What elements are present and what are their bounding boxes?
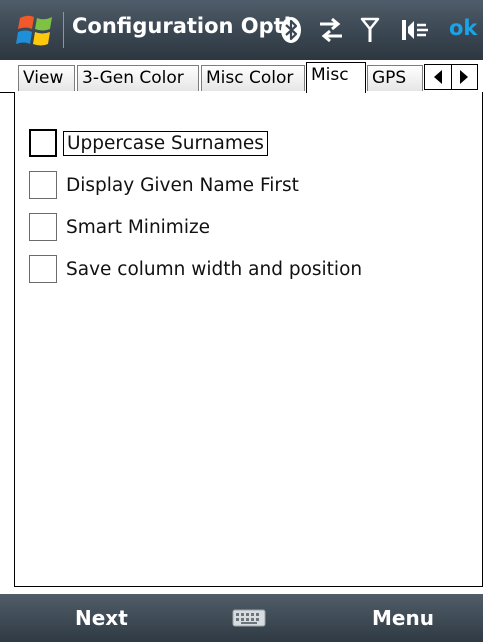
data-connection-icon[interactable]	[318, 16, 344, 44]
tab-strip: View 3-Gen Color Misc Color Misc GPS	[0, 60, 483, 93]
ok-button[interactable]: ok	[449, 16, 483, 40]
option-label: Save column width and position	[66, 258, 363, 280]
option-save-column-width[interactable]: Save column width and position	[29, 254, 365, 284]
tab-misc-color[interactable]: Misc Color	[201, 65, 305, 91]
title-bar: Configuration Opti ok	[0, 0, 483, 60]
checkbox[interactable]	[29, 213, 57, 241]
checkbox[interactable]	[29, 171, 57, 199]
misc-options-panel: Uppercase Surnames Display Given Name Fi…	[14, 92, 483, 587]
tab-view[interactable]: View	[18, 65, 75, 91]
option-label: Display Given Name First	[66, 174, 299, 196]
keyboard-icon[interactable]	[232, 609, 266, 627]
title-separator	[63, 12, 64, 48]
tab-gps[interactable]: GPS	[367, 65, 423, 91]
menu-bar: Next Menu	[0, 594, 483, 642]
bluetooth-icon[interactable]	[280, 16, 302, 44]
option-display-given-name-first[interactable]: Display Given Name First	[29, 170, 302, 200]
tab-scroll-left-button[interactable]	[425, 65, 451, 89]
arrow-left-icon	[433, 70, 442, 84]
volume-icon[interactable]	[400, 16, 430, 44]
checkbox[interactable]	[29, 129, 57, 157]
option-smart-minimize[interactable]: Smart Minimize	[29, 212, 213, 242]
tab-scroll-right-button[interactable]	[450, 65, 478, 89]
checkbox[interactable]	[29, 255, 57, 283]
option-label: Smart Minimize	[66, 216, 211, 238]
option-uppercase-surnames[interactable]: Uppercase Surnames	[29, 128, 268, 158]
option-label: Uppercase Surnames	[63, 130, 268, 156]
tab-3-gen-color[interactable]: 3-Gen Color	[77, 65, 199, 91]
next-softkey[interactable]: Next	[75, 606, 128, 630]
tab-scroll-buttons	[424, 64, 478, 90]
windows-start-icon[interactable]	[14, 10, 58, 50]
arrow-right-icon	[460, 70, 469, 84]
tab-misc[interactable]: Misc	[306, 62, 366, 93]
menu-softkey[interactable]: Menu	[372, 606, 434, 630]
window-title: Configuration Opti	[72, 14, 291, 38]
signal-icon[interactable]	[360, 16, 380, 44]
